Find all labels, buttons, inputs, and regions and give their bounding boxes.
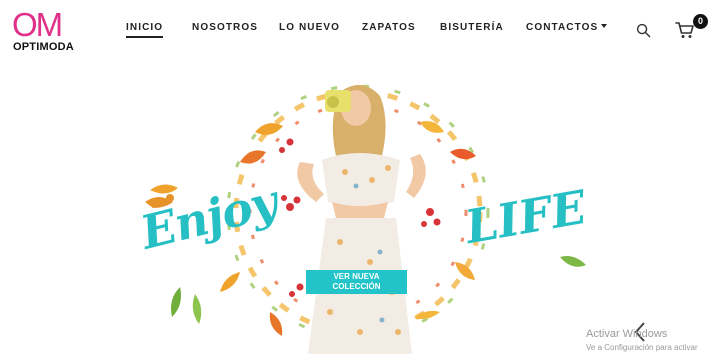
site-header: OM OPTIMODA INICIO NOSOTROS LO NUEVO ZAP… — [0, 0, 717, 62]
nav-item-contactos[interactable]: CONTACTOS — [526, 20, 608, 36]
activate-windows-title: Activar Windows — [586, 328, 668, 340]
brand-logo[interactable]: OM OPTIMODA — [12, 8, 82, 54]
nav-item-lo-nuevo[interactable]: LO NUEVO — [279, 20, 340, 36]
search-icon[interactable] — [636, 23, 651, 38]
cart-count-badge: 0 — [693, 14, 708, 29]
nav-item-nosotros[interactable]: NOSOTROS — [192, 20, 258, 36]
nav-item-zapatos[interactable]: ZAPATOS — [362, 20, 416, 36]
ver-nueva-coleccion-button[interactable]: VER NUEVA COLECCIÓN — [306, 270, 407, 294]
hero-illustration — [145, 84, 586, 354]
activate-windows-subtitle: Ve a Configuración para activar — [586, 343, 698, 352]
nav-item-contactos-label: CONTACTOS — [526, 22, 599, 33]
caret-down-icon — [601, 24, 608, 29]
cta-line-2: COLECCIÓN — [332, 282, 381, 291]
logo-mark: OM — [12, 6, 63, 43]
nav-item-inicio[interactable]: INICIO — [126, 20, 164, 38]
hero-banner: Enjoy LIFE VER NUEVA COLECCIÓN — [0, 62, 717, 354]
logo-text: OPTIMODA — [13, 41, 74, 53]
nav-item-bisuteria[interactable]: BISUTERÍA — [440, 20, 504, 36]
model-figure — [297, 84, 426, 354]
cart-icon[interactable] — [675, 20, 695, 40]
cta-line-1: VER NUEVA — [333, 272, 380, 281]
